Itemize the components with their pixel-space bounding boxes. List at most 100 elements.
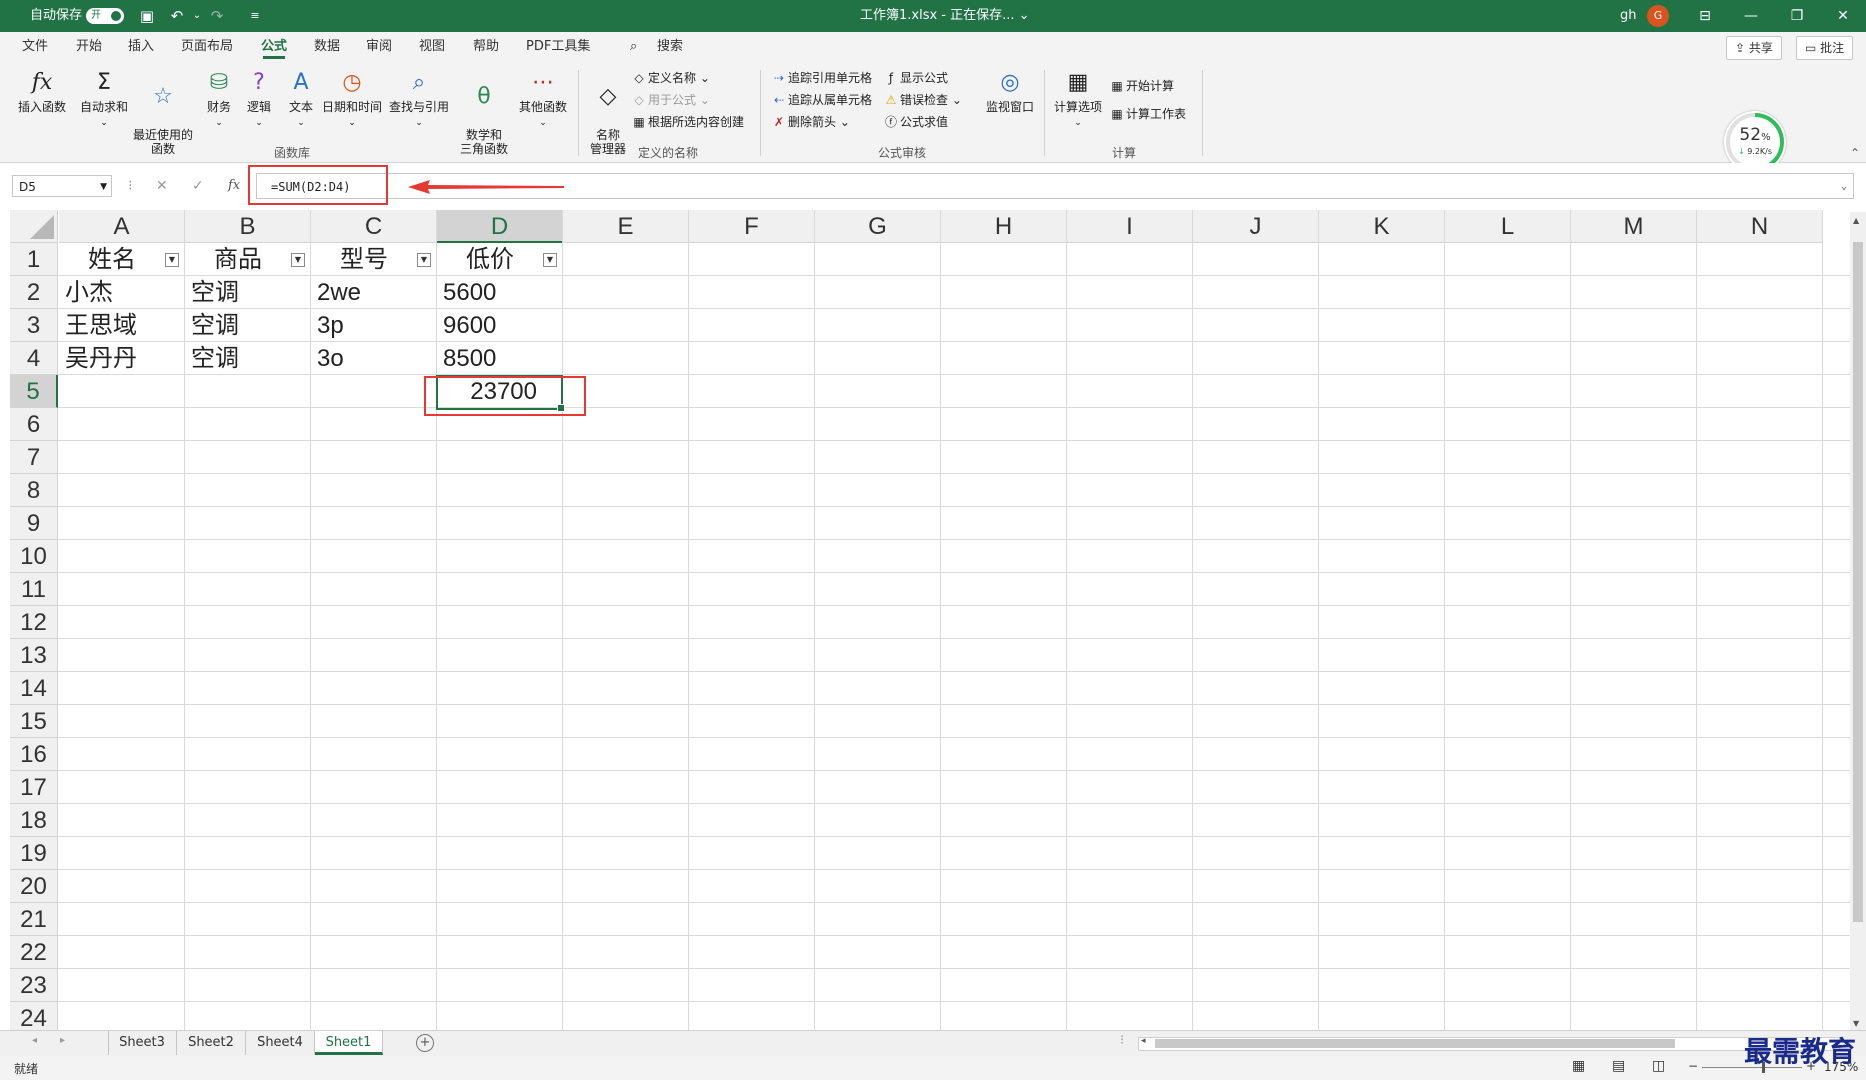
table-cell[interactable]: 王思域 (59, 309, 185, 342)
row-header-4[interactable]: 4 (10, 342, 58, 375)
tab-data[interactable]: 数据 (314, 32, 340, 62)
row-header-20[interactable]: 20 (10, 870, 58, 903)
column-header-d[interactable]: D (437, 210, 563, 243)
row-header-14[interactable]: 14 (10, 672, 58, 705)
define-name-button[interactable]: ◇ 定义名称 ⌄ (632, 68, 710, 88)
calc-options-button[interactable]: ▦ 计算选项 ⌄ (1052, 68, 1104, 142)
normal-view-icon[interactable]: ▦ (1572, 1058, 1585, 1074)
scroll-down-icon[interactable]: ▼ (1853, 1019, 1859, 1028)
error-checking-button[interactable]: ⚠ 错误检查 ⌄ (884, 90, 962, 110)
select-all-corner[interactable] (10, 210, 58, 243)
tab-formulas[interactable]: 公式 (261, 32, 287, 62)
avatar[interactable]: G (1647, 5, 1669, 27)
insert-function-button[interactable]: fx 插入函数 (16, 68, 68, 142)
table-cell[interactable]: 8500 (437, 342, 563, 375)
spreadsheet-grid[interactable]: ABCDEFGHIJKLMN 1 2 3 4 5 6 7 8 9 10 11 12 13 14 15 16 17… (0, 210, 1866, 1030)
share-button[interactable]: ⇪ 共享 (1726, 36, 1782, 60)
row-header-5[interactable]: 5 (10, 375, 58, 408)
tab-view[interactable]: 视图 (419, 32, 445, 62)
ribbon-display-icon[interactable]: ⊟ (1682, 0, 1728, 32)
table-cell[interactable]: 3o (311, 342, 437, 375)
row-header-12[interactable]: 12 (10, 606, 58, 639)
recent-functions-button[interactable]: ☆ 最近使用的 函数 (132, 68, 194, 156)
table-cell[interactable]: 空调 (185, 309, 311, 342)
row-header-21[interactable]: 21 (10, 903, 58, 936)
comments-button[interactable]: ▭ 批注 (1796, 36, 1854, 60)
tab-home[interactable]: 开始 (76, 32, 102, 62)
hscroll-thumb[interactable] (1155, 1039, 1675, 1048)
use-in-formula-button[interactable]: ◇ 用于公式 ⌄ (632, 90, 710, 110)
scroll-left-icon[interactable]: ◂ (1141, 1036, 1146, 1046)
search-icon[interactable]: ⌕ (630, 32, 637, 62)
zoom-out-icon[interactable]: − (1688, 1059, 1698, 1073)
row-header-17[interactable]: 17 (10, 771, 58, 804)
row-header-16[interactable]: 16 (10, 738, 58, 771)
next-sheet-icon[interactable]: ▸ (60, 1035, 65, 1046)
name-manager-button[interactable]: ◇ 名称 管理器 (586, 68, 630, 156)
split-handle-icon[interactable]: ⁝ (1120, 1033, 1124, 1048)
table-cell[interactable]: 9600 (437, 309, 563, 342)
scroll-up-icon[interactable]: ▲ (1853, 216, 1859, 225)
table-cell[interactable]: 吴丹丹 (59, 342, 185, 375)
column-header-i[interactable]: I (1067, 210, 1193, 243)
row-header-15[interactable]: 15 (10, 705, 58, 738)
customize-qat-icon[interactable]: ≡ (244, 6, 266, 26)
row-header-19[interactable]: 19 (10, 837, 58, 870)
undo-icon[interactable]: ↶ (166, 6, 188, 26)
autosum-button[interactable]: Σ 自动求和 ⌄ (78, 68, 130, 142)
enter-icon[interactable]: ✓ (192, 175, 204, 197)
table-cell[interactable]: 2we (311, 276, 437, 309)
row-header-18[interactable]: 18 (10, 804, 58, 837)
calc-sheet-button[interactable]: ▦ 计算工作表 (1110, 104, 1186, 124)
collapse-ribbon-icon[interactable]: ⌃ (1850, 146, 1860, 160)
financial-button[interactable]: ⛁ 财务 ⌄ (202, 68, 236, 142)
column-header-e[interactable]: E (563, 210, 689, 243)
horizontal-scrollbar[interactable]: ◂ (1138, 1036, 1840, 1051)
row-header-10[interactable]: 10 (10, 540, 58, 573)
tab-insert[interactable]: 插入 (128, 32, 154, 62)
sheet-tab-sheet4[interactable]: Sheet4 (246, 1031, 315, 1055)
sheet-tab-sheet3[interactable]: Sheet3 (108, 1031, 177, 1055)
row-header-23[interactable]: 23 (10, 969, 58, 1002)
column-header-f[interactable]: F (689, 210, 815, 243)
fx-icon[interactable]: fx (228, 175, 240, 197)
datetime-button[interactable]: ◷ 日期和时间 ⌄ (322, 68, 382, 142)
add-sheet-icon[interactable]: + (416, 1034, 434, 1052)
tab-help[interactable]: 帮助 (473, 32, 499, 62)
row-header-22[interactable]: 22 (10, 936, 58, 969)
filter-dropdown-icon[interactable]: ▼ (417, 253, 431, 267)
column-header-c[interactable]: C (311, 210, 437, 243)
column-header-m[interactable]: M (1571, 210, 1697, 243)
page-layout-icon[interactable]: ▤ (1612, 1058, 1625, 1074)
autosave-toggle[interactable]: 开 (86, 8, 124, 24)
trace-dependents-button[interactable]: ⇠ 追踪从属单元格 (772, 90, 872, 110)
row-header-11[interactable]: 11 (10, 573, 58, 606)
vertical-scrollbar[interactable]: ▲ ▼ (1850, 212, 1866, 1032)
restore-icon[interactable]: ❐ (1774, 0, 1820, 32)
undo-dropdown-icon[interactable]: ⌄ (186, 6, 208, 26)
row-header-8[interactable]: 8 (10, 474, 58, 507)
row-header-9[interactable]: 9 (10, 507, 58, 540)
show-formulas-button[interactable]: ƒ 显示公式 (884, 68, 948, 88)
expand-formula-icon[interactable]: ⌄ (1841, 174, 1847, 200)
row-header-6[interactable]: 6 (10, 408, 58, 441)
trace-precedents-button[interactable]: ⇢ 追踪引用单元格 (772, 68, 872, 88)
column-header-j[interactable]: J (1193, 210, 1319, 243)
table-cell[interactable]: 小杰 (59, 276, 185, 309)
more-functions-button[interactable]: ⋯ 其他函数 ⌄ (516, 68, 570, 142)
column-header-l[interactable]: L (1445, 210, 1571, 243)
filter-dropdown-icon[interactable]: ▼ (291, 253, 305, 267)
scroll-thumb[interactable] (1853, 242, 1863, 922)
column-header-k[interactable]: K (1319, 210, 1445, 243)
calc-now-button[interactable]: ▦ 开始计算 (1110, 76, 1174, 96)
row-header-3[interactable]: 3 (10, 309, 58, 342)
sheet-tab-sheet2[interactable]: Sheet2 (177, 1031, 246, 1055)
row-header-24[interactable]: 24 (10, 1002, 58, 1030)
column-header-h[interactable]: H (941, 210, 1067, 243)
table-cell[interactable]: 5600 (437, 276, 563, 309)
tab-pdf-tools[interactable]: PDF工具集 (526, 32, 590, 62)
table-cell[interactable]: 3p (311, 309, 437, 342)
evaluate-formula-button[interactable]: ⓕ 公式求值 (884, 112, 948, 132)
remove-arrows-button[interactable]: ✗ 删除箭头 ⌄ (772, 112, 850, 132)
cancel-icon[interactable]: ✕ (156, 175, 168, 197)
